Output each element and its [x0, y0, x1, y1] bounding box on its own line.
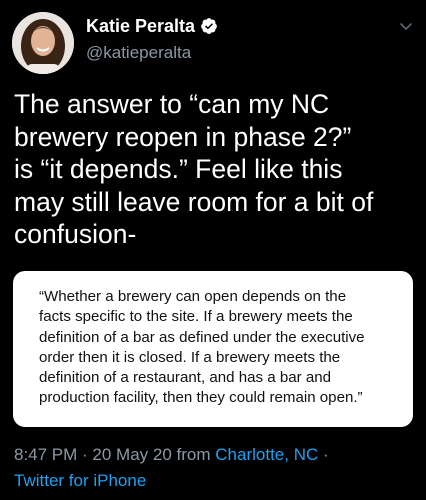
meta-separator: ·	[318, 445, 329, 464]
quote-text: “Whether a brewery can open depends on t…	[39, 287, 397, 409]
tweet: Katie Peralta @katieperalta The answer t…	[0, 0, 426, 500]
tweet-text-line: is “it depends.” Feel like this	[14, 154, 343, 184]
display-name[interactable]: Katie Peralta	[86, 16, 195, 37]
avatar[interactable]	[12, 12, 74, 74]
quote-line: definition of a restaurant, and has a ba…	[39, 369, 332, 387]
quote-line: order then it is closed. If a brewery me…	[39, 348, 341, 366]
location-link[interactable]: Charlotte, NC	[215, 445, 318, 464]
tweet-text-line: may still leave room for a bit of	[14, 186, 374, 217]
tweet-text-line: confusion-	[14, 219, 137, 249]
handle[interactable]: @katieperalta	[86, 43, 191, 63]
avatar-image	[12, 12, 74, 74]
tweet-text-line: brewery reopen in phase 2?”	[14, 121, 352, 152]
author-name-row: Katie Peralta	[86, 14, 218, 38]
timestamp[interactable]: 8:47 PM	[14, 445, 77, 464]
quote-line: “Whether a brewery can open depends on t…	[39, 288, 347, 305]
quote-line: facts specific to the site. If a brewery…	[39, 308, 353, 326]
meta-separator: ·	[77, 445, 93, 464]
tweet-text: The answer to “can my NC brewery reopen …	[14, 88, 414, 251]
quoted-image-card[interactable]: “Whether a brewery can open depends on t…	[13, 271, 413, 427]
from-label: from	[171, 445, 216, 464]
chevron-down-icon[interactable]	[398, 18, 414, 34]
date[interactable]: 20 May 20	[92, 445, 171, 464]
quote-line: production facility, then they could rem…	[39, 389, 363, 407]
quote-line: definition of a bar as defined under the…	[39, 328, 365, 346]
source-link[interactable]: Twitter for iPhone	[14, 471, 146, 490]
tweet-text-line: The answer to “can my NC	[14, 89, 330, 119]
verified-badge-icon	[200, 17, 218, 35]
tweet-meta: 8:47 PM · 20 May 20 from Charlotte, NC ·…	[14, 442, 418, 494]
